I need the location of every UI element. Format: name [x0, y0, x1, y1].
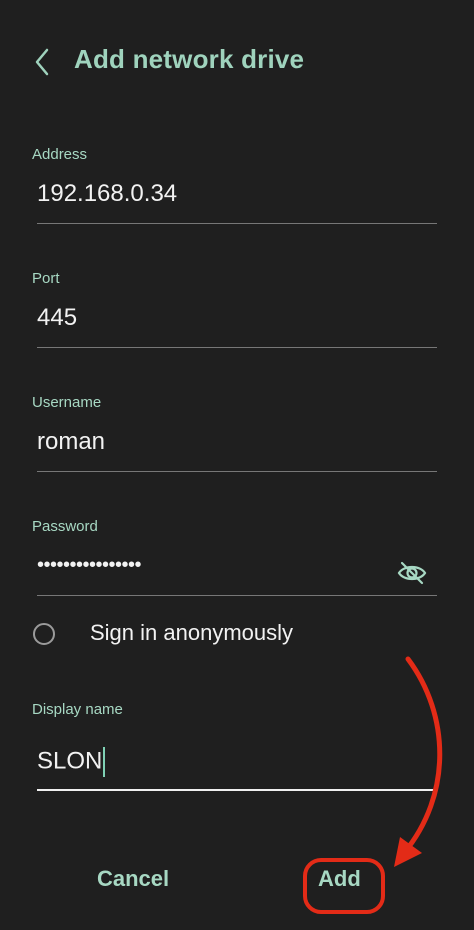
address-label: Address [32, 146, 88, 163]
port-label: Port [32, 270, 60, 287]
app-bar: Add network drive [0, 34, 474, 90]
anonymous-radio[interactable] [33, 623, 55, 645]
display-name-field[interactable]: SLON [37, 741, 437, 791]
display-name-label: Display name [32, 701, 123, 718]
cancel-button[interactable]: Cancel [97, 866, 169, 892]
sign-in-anonymously-option[interactable]: Sign in anonymously [32, 616, 442, 656]
password-masked-value: •••••••••••••••• [37, 554, 142, 576]
page-title: Add network drive [74, 44, 305, 74]
chevron-left-icon [35, 48, 49, 76]
add-network-drive-screen: Add network drive Address 192.168.0.34 P… [0, 0, 474, 930]
back-button[interactable] [24, 42, 60, 82]
text-cursor [103, 747, 106, 777]
port-field[interactable]: 445 [37, 298, 437, 348]
username-field[interactable]: roman [37, 422, 437, 472]
address-value: 192.168.0.34 [37, 180, 178, 207]
anonymous-label: Sign in anonymously [90, 620, 294, 645]
add-button[interactable]: Add [318, 866, 361, 892]
username-label: Username [32, 394, 102, 411]
address-field[interactable]: 192.168.0.34 [37, 174, 437, 224]
port-value: 445 [37, 304, 78, 331]
username-value: roman [37, 428, 106, 455]
password-field[interactable]: •••••••••••••••• [37, 546, 437, 596]
toggle-password-visibility-button[interactable] [397, 560, 427, 586]
password-label: Password [32, 518, 98, 535]
eye-off-icon [397, 561, 427, 585]
display-name-text: SLON [37, 747, 103, 775]
display-name-value: SLON [37, 747, 106, 777]
